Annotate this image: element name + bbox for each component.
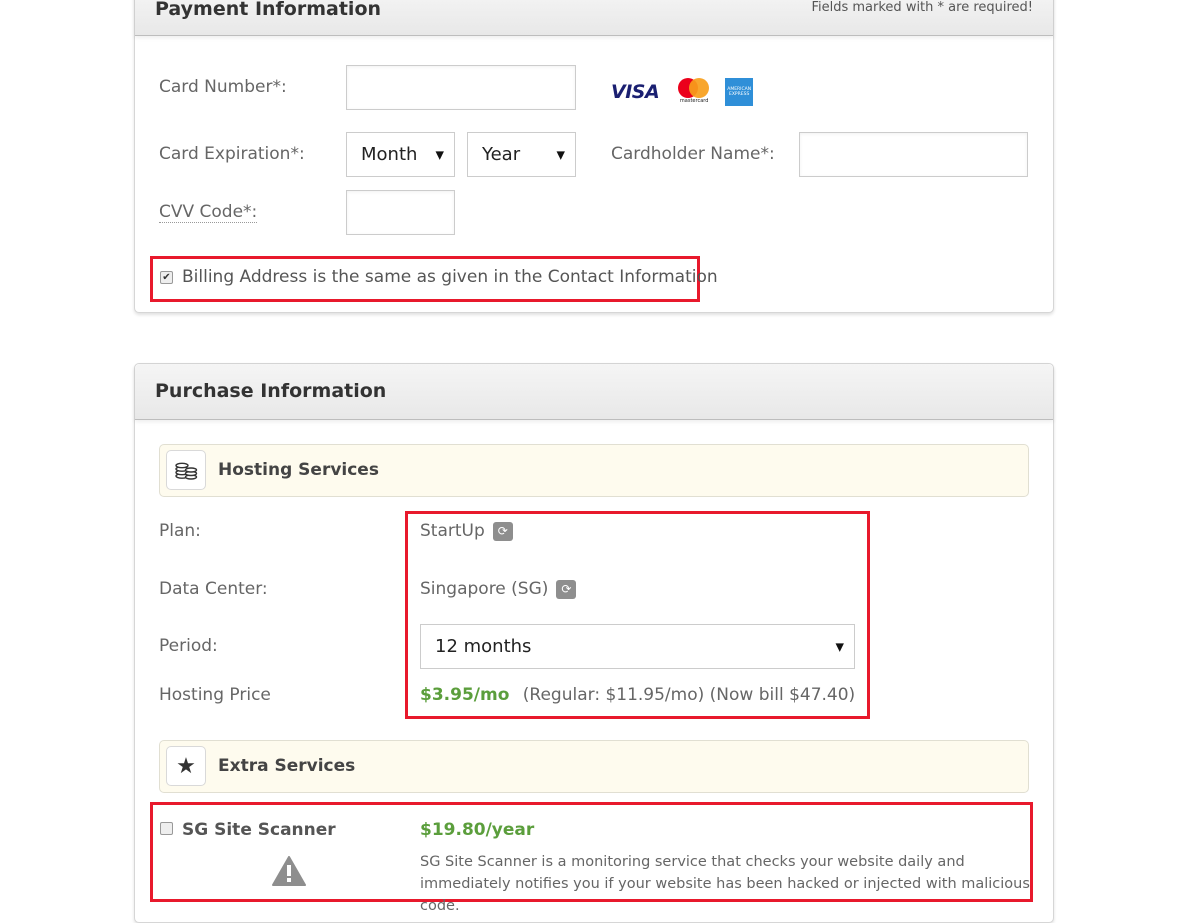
change-data-center-refresh-icon[interactable]: ⟳ (556, 579, 577, 599)
purchase-panel-header: Purchase Information (135, 364, 1053, 420)
coins-icon (166, 450, 206, 490)
extra-services-header: ★ Extra Services (159, 740, 1029, 793)
payment-panel-header: Payment Information Fields marked with *… (135, 0, 1053, 36)
extra-services-title: Extra Services (218, 756, 356, 776)
billing-same-checkbox[interactable]: ✔ (160, 271, 173, 284)
amex-logo-icon: AMERICAN EXPRESS (725, 78, 754, 106)
plan-value-row: StartUp ⟳ (420, 521, 513, 541)
hosting-services-title: Hosting Services (218, 460, 379, 480)
chevron-down-icon: ▼ (556, 148, 565, 161)
visa-logo-icon: VISA (611, 81, 660, 103)
plan-value: StartUp (420, 521, 485, 541)
expiration-month-select[interactable]: Month ▼ (346, 132, 455, 177)
payment-panel-title: Payment Information (155, 0, 382, 20)
star-icon: ★ (166, 746, 206, 786)
data-center-label: Data Center: (159, 579, 268, 599)
expiration-year-value: Year (482, 144, 521, 165)
change-plan-refresh-icon[interactable]: ⟳ (492, 521, 513, 541)
site-scanner-name[interactable]: SG Site Scanner (182, 820, 336, 840)
site-scanner-price: $19.80/year (420, 820, 535, 840)
hosting-regular-price: (Regular: $11.95/mo) (Now bill $47.40) (522, 685, 856, 705)
cardholder-name-input[interactable] (799, 132, 1028, 177)
billing-same-label[interactable]: Billing Address is the same as given in … (182, 267, 718, 287)
data-center-value-row: Singapore (SG) ⟳ (420, 579, 577, 599)
hosting-promo-price: $3.95/mo (420, 685, 510, 705)
expiration-month-value: Month (361, 144, 418, 165)
data-center-value: Singapore (SG) (420, 579, 549, 599)
accepted-cards: VISA mastercard AMERICAN EXPRESS (611, 78, 754, 106)
cvv-code-input[interactable] (346, 190, 455, 235)
period-selected-value: 12 months (435, 636, 532, 657)
site-scanner-checkbox[interactable] (160, 822, 173, 835)
card-expiration-label: Card Expiration*: (159, 144, 305, 164)
hosting-services-header: Hosting Services (159, 444, 1029, 497)
period-select[interactable]: 12 months ▼ (420, 624, 855, 669)
purchase-panel-title: Purchase Information (155, 380, 387, 402)
mastercard-logo-icon: mastercard (677, 78, 710, 106)
cvv-code-label: CVV Code*: (159, 202, 258, 223)
required-fields-note: Fields marked with * are required! (811, 0, 1033, 15)
hosting-price-label: Hosting Price (159, 685, 271, 705)
expiration-year-select[interactable]: Year ▼ (467, 132, 576, 177)
site-scanner-description: SG Site Scanner is a monitoring service … (420, 854, 1030, 914)
card-number-label: Card Number*: (159, 77, 287, 97)
cardholder-name-label: Cardholder Name*: (611, 144, 775, 164)
period-label: Period: (159, 636, 218, 656)
plan-label: Plan: (159, 521, 201, 541)
card-number-input[interactable] (346, 65, 576, 110)
chevron-down-icon: ▼ (435, 148, 444, 161)
warning-icon (272, 856, 306, 890)
chevron-down-icon: ▼ (835, 640, 844, 653)
hosting-price-row: $3.95/mo (Regular: $11.95/mo) (Now bill … (420, 685, 855, 705)
